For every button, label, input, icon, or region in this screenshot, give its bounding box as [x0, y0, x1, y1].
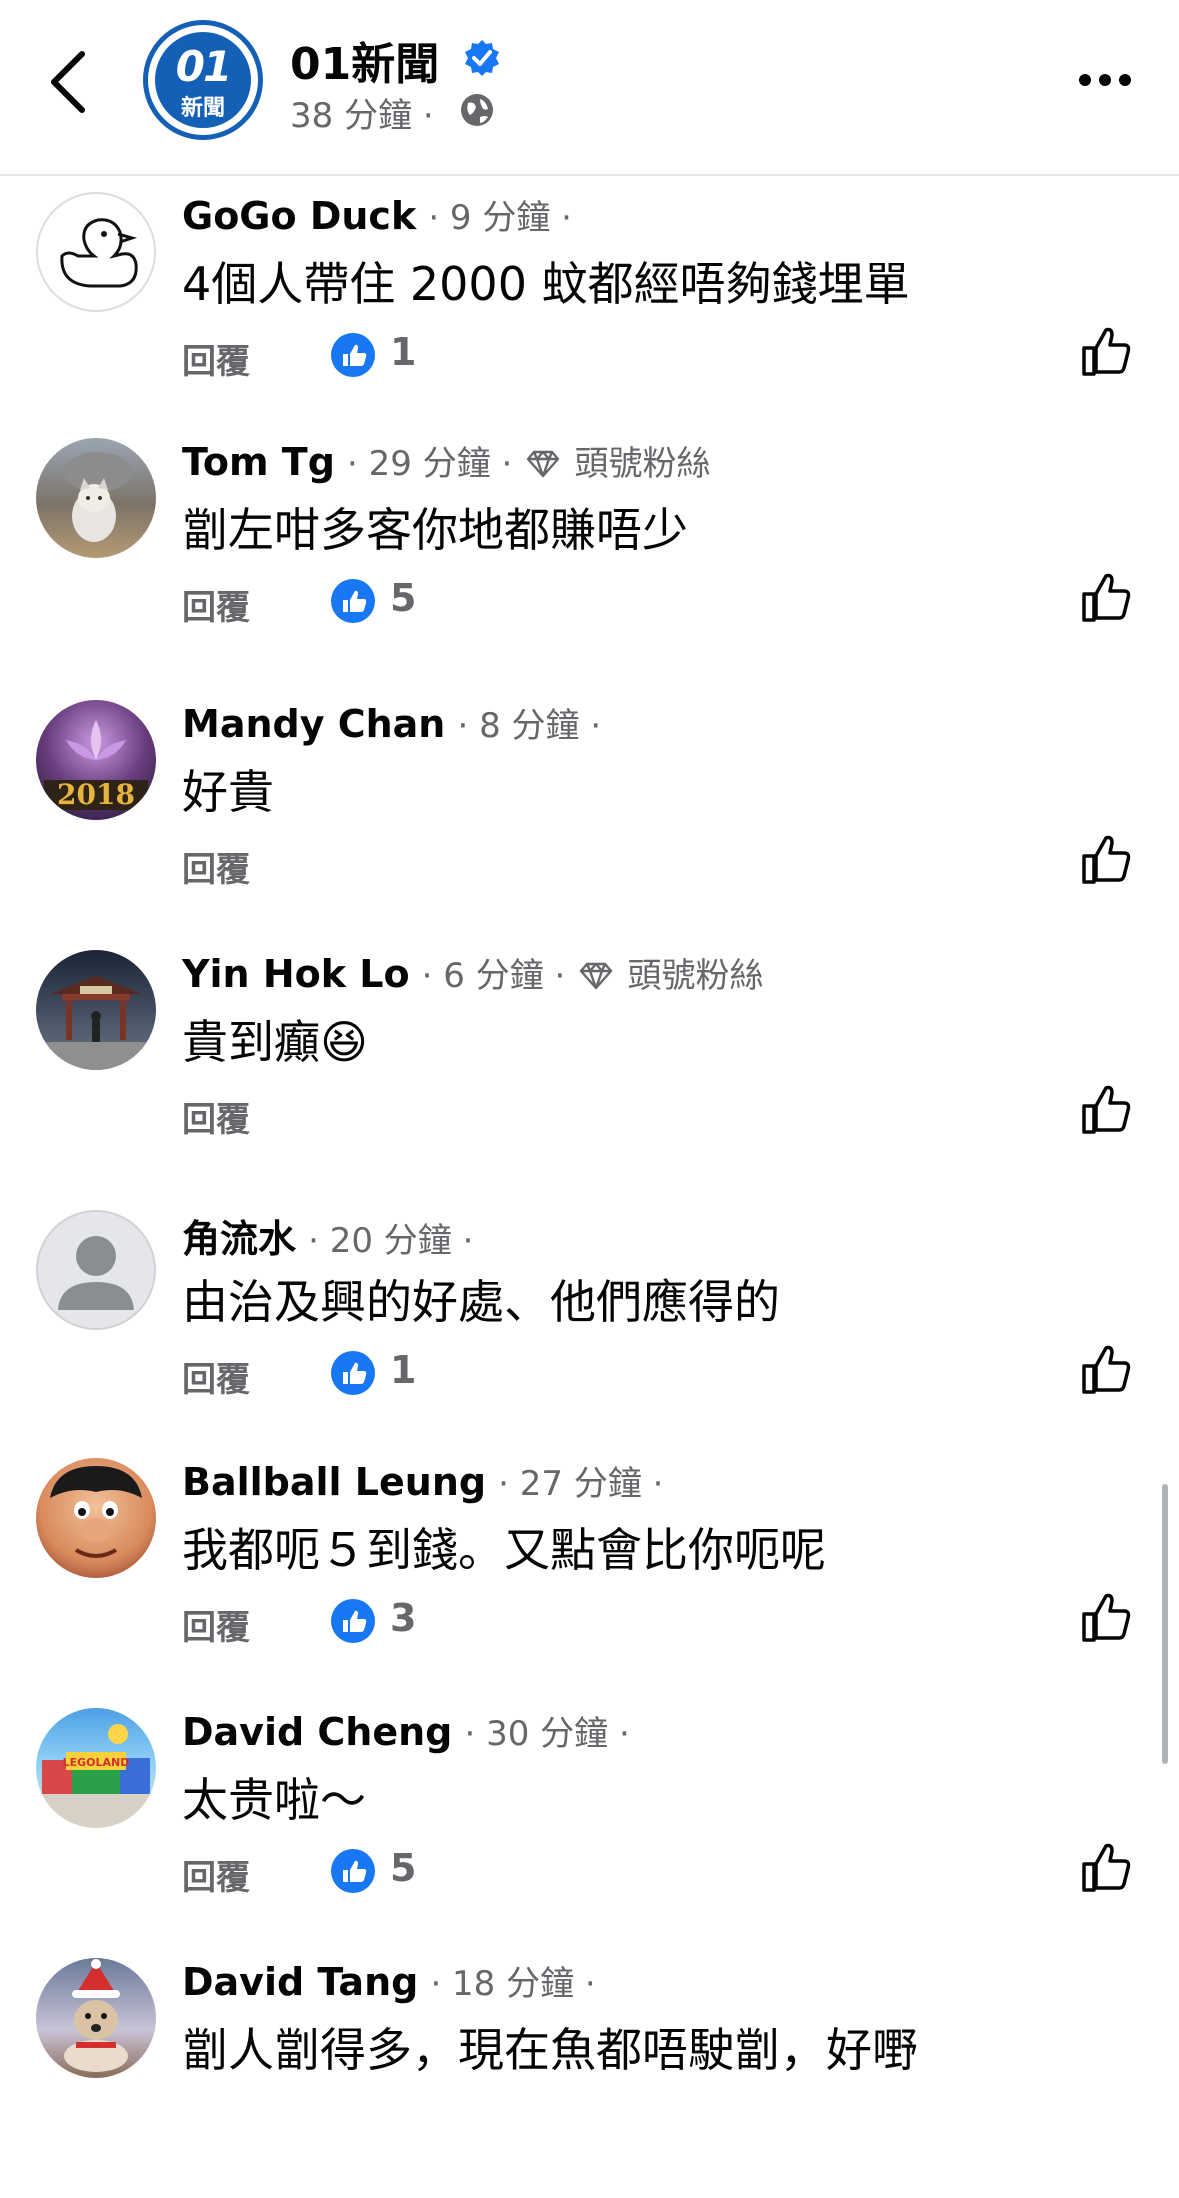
- thumbs-up-icon[interactable]: [1080, 1588, 1134, 1646]
- author-line: David Cheng · 30 分鐘 ·: [182, 1706, 630, 1755]
- reply-button[interactable]: 回覆: [182, 1600, 250, 1649]
- like-count: 1: [390, 1348, 417, 1392]
- reply-button[interactable]: 回覆: [182, 580, 250, 629]
- author-line: 角流水 · 20 分鐘 ·: [182, 1208, 473, 1263]
- thumbs-up-icon[interactable]: [1080, 1838, 1134, 1896]
- author-line: David Tang · 18 分鐘 ·: [182, 1956, 596, 2005]
- comment-item: David Tang · 18 分鐘 · 劏人劏得多，現在魚都唔駛劏，好嘢: [0, 1958, 1179, 2198]
- page-avatar[interactable]: 01 新聞: [143, 20, 263, 140]
- thumbs-up-icon[interactable]: [1080, 1340, 1134, 1398]
- comment-item: Yin Hok Lo · 6 分鐘 · 頭號粉絲 貴到癲😆 回覆: [0, 950, 1179, 1190]
- comment-text: 劏人劏得多，現在魚都唔駛劏，好嘢: [182, 2023, 918, 2077]
- like-count: 5: [390, 576, 417, 620]
- cat-photo-avatar: [64, 452, 132, 542]
- default-person-avatar: [58, 1236, 134, 1310]
- top-fan-badge: 頭號粉絲: [627, 956, 764, 996]
- like-reaction-icon: [331, 1849, 375, 1893]
- lotus-2018-avatar: 2018: [44, 720, 148, 811]
- diamond-icon: [527, 450, 560, 478]
- logo-number: 01: [175, 42, 232, 91]
- comment-time: · 18 分鐘 ·: [430, 1964, 596, 2004]
- reply-button[interactable]: 回覆: [182, 1850, 250, 1899]
- diamond-icon: [580, 962, 613, 990]
- comment-item: 2018 Mandy Chan · 8 分鐘 · 好貴 回覆: [0, 700, 1179, 940]
- comment-time: · 8 分鐘 ·: [457, 706, 602, 746]
- dog-santa-avatar: [64, 1959, 128, 2072]
- author-name[interactable]: 角流水: [182, 1217, 296, 1261]
- comment-text: 貴到癲😆: [182, 1015, 368, 1069]
- author-name[interactable]: Yin Hok Lo: [182, 952, 410, 996]
- svg-text:LEGOLAND: LEGOLAND: [63, 1756, 130, 1769]
- like-reaction-icon: [331, 1599, 375, 1643]
- like-reaction-icon: [331, 1351, 375, 1395]
- like-reaction-icon: [331, 333, 375, 377]
- reply-button[interactable]: 回覆: [182, 1092, 250, 1141]
- page-name[interactable]: 01新聞: [290, 28, 439, 92]
- author-name[interactable]: GoGo Duck: [182, 194, 416, 238]
- comment-time: · 9 分鐘 ·: [428, 198, 572, 238]
- post-time: 38 分鐘 ·: [290, 96, 434, 136]
- avatar[interactable]: [36, 950, 156, 1070]
- avatar[interactable]: [36, 438, 156, 558]
- author-name[interactable]: David Cheng: [182, 1710, 452, 1754]
- comment-item: Tom Tg · 29 分鐘 · 頭號粉絲 劏左咁多客你地都賺唔少 回覆 5: [0, 438, 1179, 678]
- author-name[interactable]: Mandy Chan: [182, 702, 445, 746]
- duck-outline-avatar: [60, 218, 138, 288]
- back-chevron-icon[interactable]: [40, 46, 104, 118]
- like-count: 3: [390, 1596, 417, 1640]
- globe-icon: [461, 94, 493, 126]
- author-name[interactable]: Tom Tg: [182, 440, 335, 484]
- logo-text: 新聞: [180, 96, 225, 121]
- author-line: Yin Hok Lo · 6 分鐘 · 頭號粉絲: [182, 948, 764, 997]
- verified-badge-icon: [465, 40, 499, 76]
- avatar[interactable]: 2018: [36, 700, 156, 820]
- avatar[interactable]: [36, 1958, 156, 2078]
- author-line: Mandy Chan · 8 分鐘 ·: [182, 698, 601, 747]
- legoland-photo-avatar: LEGOLAND: [36, 1724, 156, 1828]
- comment-text: 好貴: [182, 765, 274, 819]
- svg-text:2018: 2018: [57, 778, 135, 811]
- comment-time: · 30 分鐘 ·: [464, 1714, 630, 1754]
- avatar[interactable]: LEGOLAND: [36, 1708, 156, 1828]
- thumbs-up-icon[interactable]: [1080, 830, 1134, 888]
- comment-item: 角流水 · 20 分鐘 · 由治及興的好處、他們應得的 回覆 1: [0, 1210, 1179, 1450]
- comment-time: · 6 分鐘 ·: [421, 956, 566, 996]
- author-name[interactable]: Ballball Leung: [182, 1460, 486, 1504]
- author-line: Tom Tg · 29 分鐘 · 頭號粉絲: [182, 436, 711, 485]
- top-fan-badge: 頭號粉絲: [574, 444, 711, 484]
- avatar[interactable]: [36, 192, 156, 312]
- like-reaction-icon: [331, 579, 375, 623]
- comment-text: 我都呃５到錢。又點會比你呃呢: [182, 1523, 826, 1577]
- comment-time: · 20 分鐘 ·: [308, 1221, 474, 1261]
- author-line: GoGo Duck · 9 分鐘 ·: [182, 190, 572, 239]
- comment-time: · 29 分鐘 ·: [347, 444, 513, 484]
- like-count: 5: [390, 1846, 417, 1890]
- temple-photo-avatar: [36, 976, 156, 1070]
- page-logo: 01 新聞: [155, 32, 251, 128]
- comment-text: 劏左咁多客你地都賺唔少: [182, 503, 688, 557]
- comment-text: 由治及興的好處、他們應得的: [182, 1275, 780, 1329]
- thumbs-up-icon[interactable]: [1080, 568, 1134, 626]
- like-count: 1: [390, 330, 417, 374]
- reply-button[interactable]: 回覆: [182, 1352, 250, 1401]
- cartoon-face-avatar: [50, 1466, 142, 1558]
- comment-item: Ballball Leung · 27 分鐘 · 我都呃５到錢。又點會比你呃呢 …: [0, 1458, 1179, 1698]
- author-name[interactable]: David Tang: [182, 1960, 418, 2004]
- more-options-icon[interactable]: [1075, 60, 1135, 100]
- avatar[interactable]: [36, 1210, 156, 1330]
- comment-time: · 27 分鐘 ·: [498, 1464, 664, 1504]
- thumbs-up-icon[interactable]: [1080, 1080, 1134, 1138]
- author-line: Ballball Leung · 27 分鐘 ·: [182, 1456, 663, 1505]
- scrollbar[interactable]: [1162, 1484, 1168, 1764]
- comment-text: 4個人帶住 2000 蚊都經唔夠錢埋單: [182, 257, 910, 311]
- comment-item: LEGOLAND David Cheng · 30 分鐘 · 太贵啦～ 回覆 5: [0, 1708, 1179, 1948]
- comment-text: 太贵啦～: [182, 1773, 366, 1827]
- avatar[interactable]: [36, 1458, 156, 1578]
- post-header: 01 新聞 01新聞 38 分鐘 ·: [0, 0, 1179, 176]
- thumbs-up-icon[interactable]: [1080, 322, 1134, 380]
- reply-button[interactable]: 回覆: [182, 842, 250, 891]
- reply-button[interactable]: 回覆: [182, 334, 250, 383]
- comment-item: GoGo Duck · 9 分鐘 · 4個人帶住 2000 蚊都經唔夠錢埋單 回…: [0, 192, 1179, 432]
